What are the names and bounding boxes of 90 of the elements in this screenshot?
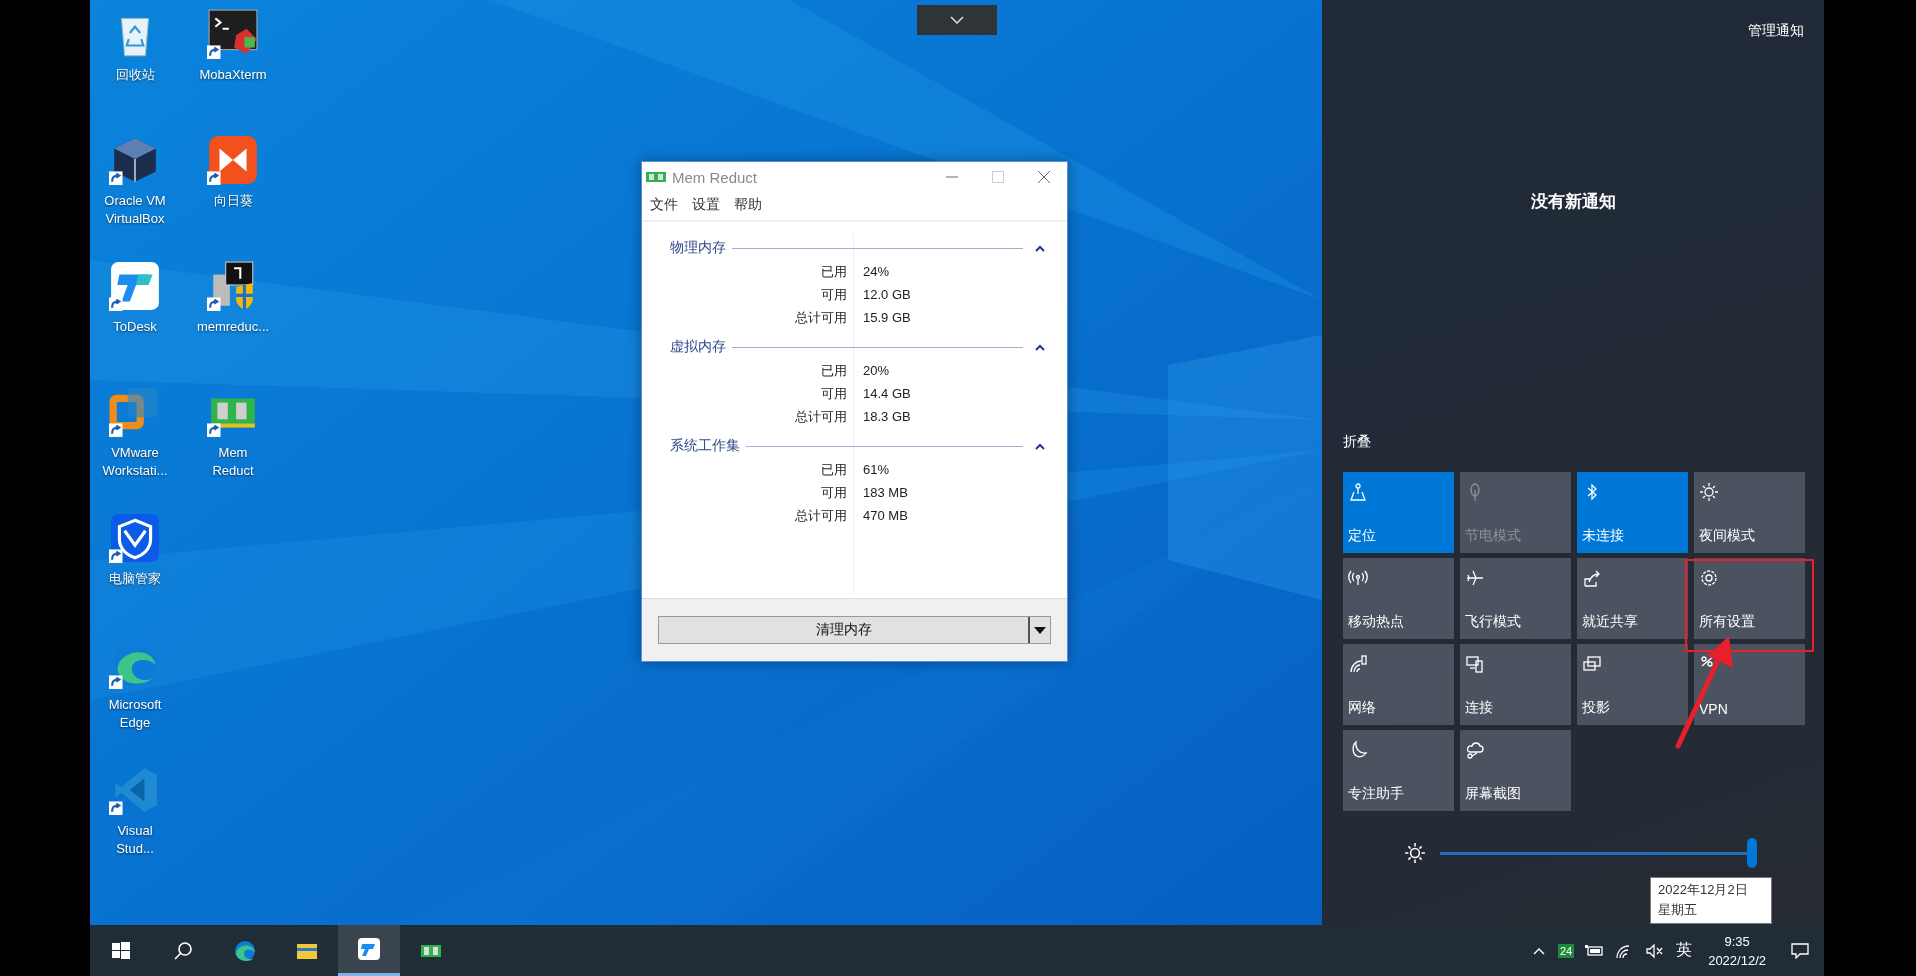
desktop-icon-label: Visual Stud... — [115, 822, 155, 858]
app-icon[interactable] — [109, 260, 161, 312]
collapse-button[interactable] — [1033, 343, 1047, 351]
chevron-down-icon — [950, 16, 964, 24]
quick-action-tile[interactable]: 定位 — [1343, 472, 1454, 553]
desktop-icon-label: VMware Workstati... — [101, 444, 169, 480]
quick-action-tile[interactable]: 屏幕截图 — [1460, 730, 1571, 811]
no-notifications-text: 没有新通知 — [1529, 191, 1617, 213]
scissors-icon — [1465, 740, 1485, 760]
quick-action-tile[interactable]: 连接 — [1460, 644, 1571, 725]
chevron-up-icon — [1532, 946, 1545, 955]
stat-label: 可用 — [820, 384, 847, 403]
manage-notifications-link[interactable]: 管理通知 — [1748, 22, 1804, 40]
quick-action-tile[interactable]: 未连接 — [1577, 472, 1688, 553]
slider-thumb[interactable] — [1747, 838, 1757, 868]
chevron-icon — [1035, 343, 1045, 351]
signal-icon — [1348, 568, 1368, 588]
menu-item[interactable]: 帮助 — [734, 196, 762, 216]
airplane-icon — [1465, 568, 1485, 588]
brightness-slider[interactable] — [1440, 838, 1757, 868]
stat-value: 20% — [863, 363, 890, 378]
quick-action-tile[interactable]: 飞行模式 — [1460, 558, 1571, 639]
quick-action-tile[interactable]: 就近共享 — [1577, 558, 1688, 639]
window-title: Mem Reduct — [672, 168, 758, 186]
menu-item[interactable]: 设置 — [692, 196, 720, 216]
stat-value: 12.0 GB — [863, 287, 911, 302]
battery-icon[interactable] — [1585, 942, 1606, 959]
stat-label: 总计可用 — [794, 506, 847, 525]
sun-icon — [1699, 482, 1719, 502]
stat-value: 15.9 GB — [863, 310, 911, 325]
stat-value: 470 MB — [863, 508, 908, 523]
quick-action-tile[interactable]: 所有设置 — [1694, 558, 1805, 639]
menu-item[interactable]: 文件 — [650, 196, 678, 216]
section-title: 虚拟内存 — [670, 338, 726, 356]
quick-action-tile[interactable]: 夜间模式 — [1694, 472, 1805, 553]
stat-label: 可用 — [820, 285, 847, 304]
close-icon — [1038, 171, 1050, 183]
desktop-icon-label: 电脑管家 — [108, 570, 162, 588]
app-icon — [357, 937, 381, 961]
desktop-icon-label: Oracle VM VirtualBox — [103, 192, 167, 228]
stat-label: 已用 — [820, 361, 847, 380]
desktop-icon-label: ToDesk — [112, 318, 158, 336]
shield-icon[interactable] — [109, 512, 161, 564]
stat-label: 总计可用 — [794, 308, 847, 327]
taskbar-app-button[interactable] — [338, 925, 400, 976]
stat-value: 14.4 GB — [863, 386, 911, 401]
share-icon — [1582, 568, 1602, 588]
section-title: 物理内存 — [670, 239, 726, 257]
location-icon — [1348, 482, 1368, 502]
caret-icon — [1034, 626, 1046, 634]
desktop-icon-label: Mem Reduct — [211, 444, 255, 480]
desktop-icon-label: 向日葵 — [212, 192, 254, 210]
terminal-icon[interactable] — [207, 8, 259, 60]
stat-label: 总计可用 — [794, 407, 847, 426]
devices-icon — [1465, 654, 1485, 674]
maximize-icon — [992, 171, 1004, 183]
stat-value: 24% — [863, 264, 890, 279]
screens-icon — [1582, 654, 1602, 674]
quick-action-tile[interactable]: VPN — [1694, 644, 1805, 725]
collapse-button[interactable] — [1033, 442, 1047, 450]
collapse-link[interactable]: 折叠 — [1343, 433, 1371, 449]
collapse-button[interactable] — [1033, 244, 1047, 252]
brightness-icon — [1404, 842, 1426, 864]
network-icon — [1348, 654, 1368, 674]
chevron-icon — [1035, 442, 1045, 450]
section-title: 系统工作集 — [670, 437, 740, 455]
stat-value: 61% — [863, 462, 890, 477]
clock-button[interactable]: 9:35 2022/12/2 — [1698, 931, 1776, 970]
stat-label: 可用 — [820, 483, 847, 502]
stat-value: 18.3 GB — [863, 409, 911, 424]
quick-action-tile[interactable]: 专注助手 — [1343, 730, 1454, 811]
swirl-icon — [233, 938, 257, 963]
tray-badge[interactable]: 24 — [1557, 943, 1575, 958]
tooltip-text: 2022年12月2日 — [1658, 881, 1749, 899]
desktop-icon-label: Microsoft Edge — [107, 696, 163, 732]
quick-action-tile[interactable]: 投影 — [1577, 644, 1688, 725]
notification-icon — [1791, 942, 1809, 959]
stat-label: 已用 — [820, 460, 847, 479]
input-method-button[interactable]: 英 — [1676, 940, 1693, 961]
desktop-icon-label: memreduc... — [196, 318, 270, 336]
desktop-icon-label: 回收站 — [114, 66, 156, 84]
tooltip-text: 星期五 — [1658, 901, 1698, 919]
desktop-icon-label: MobaXterm — [198, 66, 268, 84]
quick-action-tile[interactable]: 移动热点 — [1343, 558, 1454, 639]
settings-icon — [1699, 568, 1719, 588]
quick-action-tile[interactable]: 网络 — [1343, 644, 1454, 725]
stat-value: 183 MB — [863, 485, 908, 500]
stat-label: 已用 — [820, 262, 847, 281]
memory-chip-icon — [646, 171, 666, 183]
chevron-icon — [1035, 244, 1045, 252]
